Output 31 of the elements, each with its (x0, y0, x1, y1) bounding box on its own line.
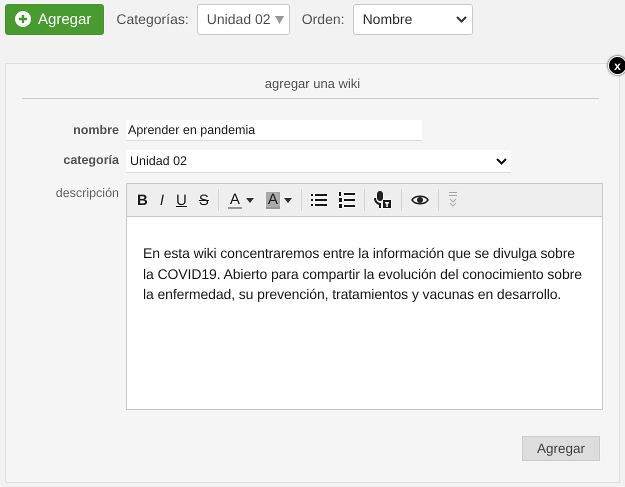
italic-button[interactable]: I (154, 187, 170, 213)
plus-icon (15, 11, 31, 27)
dialog-title: agregar una wiki (264, 75, 362, 93)
field-label: descripción (54, 185, 119, 202)
order-label: Orden: (302, 11, 345, 27)
close-button[interactable]: x (608, 56, 625, 75)
double-chevron-down-icon (448, 192, 458, 208)
order-select[interactable]: Nombre (352, 4, 473, 34)
strike-button[interactable]: S (192, 187, 215, 213)
text-color-button[interactable]: A (222, 187, 260, 213)
submit-button[interactable]: Agregar (522, 436, 600, 461)
numbered-list-icon (338, 192, 355, 208)
add-button[interactable]: Agregar (5, 4, 104, 34)
description-editor[interactable]: En esta wiki concentraremos entre la información que se divulga sobre la COVID19. Abierto para compartir la evolución del conocimiento sobre la enfermedad, su prevención, tratamientos y vacunas en desarrollo. (127, 217, 602, 409)
chevron-down-icon (456, 16, 467, 22)
microphone-icon (374, 191, 392, 209)
categories-label: Categorías: (116, 11, 189, 27)
underline-button[interactable]: U (170, 187, 193, 213)
highlight-color-button[interactable]: A (260, 187, 298, 213)
bullet-list-icon (310, 193, 327, 207)
categories-select[interactable]: Unidad 02 (196, 4, 290, 34)
triangle-icon (274, 14, 284, 24)
caret-down-icon (246, 198, 254, 202)
chevron-down-icon (496, 158, 507, 164)
name-field[interactable]: Aprender en pandemia (126, 120, 422, 141)
category-select[interactable]: Unidad 02 (126, 150, 511, 173)
field-label: categoría (62, 152, 119, 169)
field-label: nombre (72, 122, 119, 139)
caret-down-icon (284, 198, 292, 202)
bold-button[interactable]: B (131, 187, 154, 213)
eye-icon (410, 194, 429, 206)
